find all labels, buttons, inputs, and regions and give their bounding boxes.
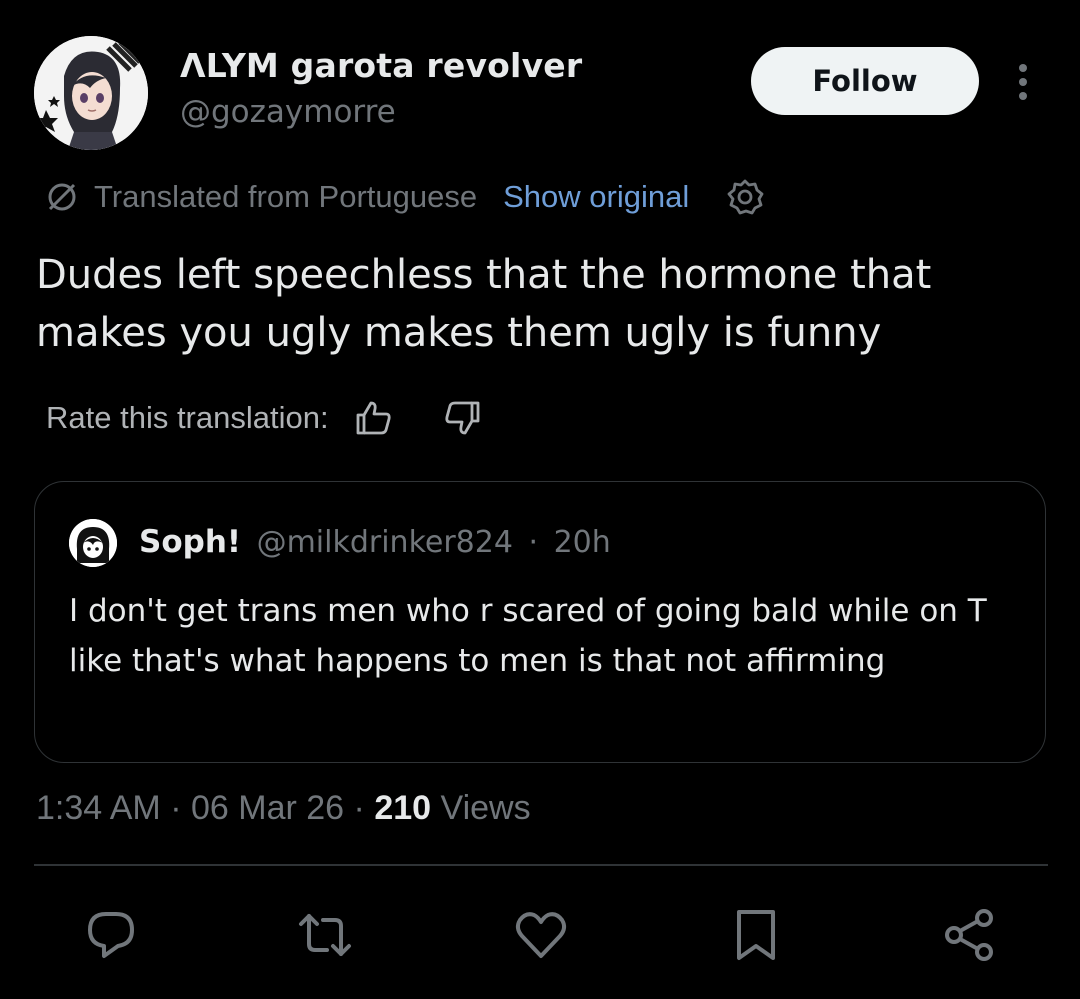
translation-notice: Translated from Portuguese Show original — [44, 172, 765, 222]
share-icon[interactable] — [940, 906, 998, 964]
translated-from-label: Translated from Portuguese — [94, 179, 478, 214]
avatar-illustration — [34, 36, 148, 150]
tweet-text: Dudes left speechless that the hormone t… — [36, 252, 932, 356]
repost-icon[interactable] — [296, 906, 354, 964]
quoted-author-handle[interactable]: @milkdrinker824 — [257, 525, 513, 560]
thumbs-down-icon[interactable] — [443, 398, 483, 438]
tweet-meta: 1:34 AM · 06 Mar 26 · 210 Views — [36, 784, 531, 832]
quoted-tweet-card[interactable]: Soph! @milkdrinker824 · 20h I don't get … — [34, 481, 1046, 763]
divider — [34, 864, 1048, 866]
quoted-timestamp[interactable]: 20h — [554, 525, 611, 560]
gear-icon[interactable] — [725, 177, 765, 217]
follow-button[interactable]: Follow — [751, 47, 979, 115]
quoted-author-avatar[interactable] — [69, 519, 117, 567]
views-label: Views — [440, 789, 531, 827]
author-handle[interactable]: @gozaymorre — [180, 94, 396, 130]
tweet-time[interactable]: 1:34 AM — [36, 789, 161, 827]
tweet-detail: ΛLYM garota revolver @gozaymorre Follow … — [0, 0, 1080, 999]
quoted-tweet-text: I don't get trans men who r scared of go… — [69, 593, 987, 679]
rate-translation-label: Rate this translation: — [46, 400, 329, 435]
quoted-author-name[interactable]: Soph! — [139, 524, 241, 560]
thumbs-up-icon[interactable] — [353, 398, 393, 438]
rate-translation-row: Rate this translation: — [46, 394, 483, 442]
views-count: 210 — [374, 789, 432, 827]
author-display-name[interactable]: ΛLYM garota revolver — [180, 46, 582, 85]
quoted-separator: · — [528, 525, 539, 560]
reply-icon[interactable] — [82, 906, 140, 964]
show-original-link[interactable]: Show original — [503, 179, 689, 215]
bookmark-icon[interactable] — [727, 906, 785, 964]
quoted-header: Soph! @milkdrinker824 · 20h — [139, 520, 611, 565]
meta-separator: · — [353, 789, 365, 827]
author-avatar[interactable] — [34, 36, 148, 150]
quoted-avatar-illustration — [69, 519, 117, 567]
more-options-icon[interactable] — [1006, 62, 1040, 102]
translate-icon — [48, 183, 76, 211]
meta-separator: · — [170, 789, 182, 827]
like-icon[interactable] — [512, 906, 570, 964]
tweet-date[interactable]: 06 Mar 26 — [191, 789, 344, 827]
